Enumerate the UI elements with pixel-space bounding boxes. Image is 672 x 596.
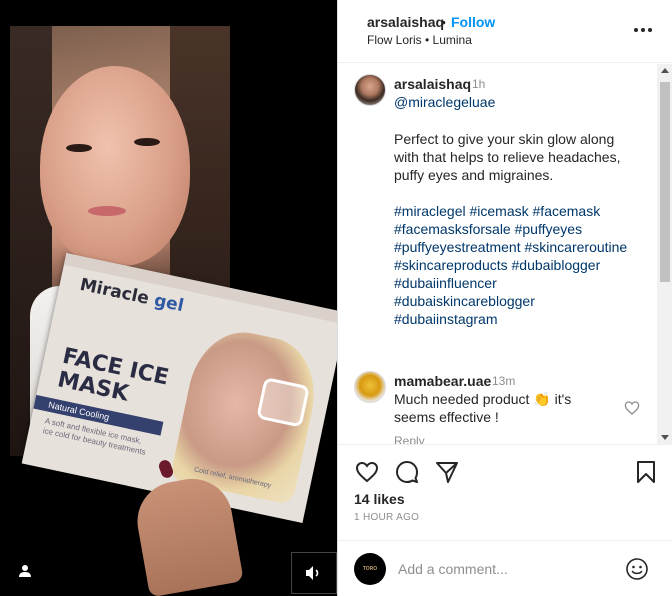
- post-timestamp[interactable]: 1 HOUR AGO: [354, 512, 419, 523]
- photo-lips: [88, 206, 126, 216]
- caption-time[interactable]: 1h: [472, 77, 485, 91]
- heart-icon: [355, 461, 379, 483]
- comments-scrollbar[interactable]: [657, 64, 672, 444]
- comment-text: Much needed product 👏 it's seems effecti…: [394, 391, 572, 425]
- hashtag-link[interactable]: #puffyeyestreatment: [394, 239, 524, 255]
- comment-input[interactable]: [398, 558, 618, 580]
- post-details-panel: arsalaishaq • Follow Flow Loris • Lumina…: [337, 0, 672, 596]
- current-user-avatar[interactable]: TORO: [354, 553, 386, 585]
- comments-list[interactable]: arsalaishaq 1h @miraclegeluae Perfect to…: [338, 64, 658, 444]
- sound-toggle-button[interactable]: [291, 552, 337, 594]
- more-dots-icon[interactable]: [628, 18, 658, 42]
- comment-composer: TORO: [338, 540, 672, 596]
- scroll-down-icon[interactable]: [661, 435, 669, 440]
- author-username[interactable]: arsalaishaq: [367, 14, 444, 30]
- post-actions-bar: [338, 444, 672, 496]
- scroll-up-icon[interactable]: [661, 68, 669, 73]
- product-brand-b: gel: [152, 290, 186, 317]
- caption-hashtags: #miraclegel #icemask #facemask #facemask…: [394, 202, 639, 328]
- user-tags-button[interactable]: [14, 560, 36, 582]
- header-separator: •: [441, 14, 446, 30]
- heart-icon[interactable]: [624, 400, 640, 416]
- hashtag-link[interactable]: #facemask: [533, 203, 601, 219]
- audio-attribution[interactable]: Flow Loris • Lumina: [367, 33, 472, 47]
- caption-text: Perfect to give your skin glow along wit…: [394, 131, 621, 183]
- comment-username[interactable]: mamabear.uae: [394, 373, 491, 389]
- post-header: arsalaishaq • Follow Flow Loris • Lumina: [338, 0, 672, 63]
- commenter-avatar[interactable]: [354, 371, 386, 403]
- bookmark-icon: [637, 461, 655, 483]
- avatar-text: TORO: [362, 566, 378, 572]
- author-avatar[interactable]: [354, 74, 386, 106]
- photo-eye-left: [66, 144, 92, 152]
- hashtag-link[interactable]: #icemask: [469, 203, 532, 219]
- post-media[interactable]: Miracle gel FACE ICE MASK Natural Coolin…: [0, 0, 337, 596]
- hashtag-link[interactable]: #dubaiblogger: [512, 257, 601, 273]
- caption-username[interactable]: arsalaishaq: [394, 76, 471, 92]
- comment-button[interactable]: [394, 459, 420, 485]
- smiley-icon[interactable]: [625, 557, 649, 581]
- hashtag-link[interactable]: #miraclegel: [394, 203, 469, 219]
- person-icon: [19, 565, 31, 577]
- reply-button[interactable]: Reply: [394, 434, 425, 444]
- like-count[interactable]: 14 likes: [354, 491, 405, 507]
- hashtag-link[interactable]: #dubaiinfluencer: [394, 275, 497, 291]
- hashtag-link[interactable]: #dubaiskincareblogger: [394, 293, 535, 309]
- comment-icon: [396, 461, 418, 483]
- caption-mention-link[interactable]: @miraclegeluae: [394, 94, 495, 110]
- speaker-icon: [306, 566, 319, 580]
- save-button[interactable]: [633, 459, 659, 485]
- follow-button[interactable]: Follow: [451, 14, 495, 30]
- hashtag-link[interactable]: #facemasksforsale: [394, 221, 515, 237]
- photo-eye-right: [134, 138, 160, 146]
- hashtag-link[interactable]: #dubaiinstagram: [394, 311, 498, 327]
- paper-plane-icon: [436, 462, 458, 483]
- hashtag-link[interactable]: #skincareroutine: [524, 239, 627, 255]
- scroll-thumb[interactable]: [660, 82, 670, 282]
- hashtag-link[interactable]: #puffyeyes: [515, 221, 582, 237]
- share-button[interactable]: [434, 459, 460, 485]
- like-button[interactable]: [354, 459, 380, 485]
- photo-face: [40, 66, 190, 266]
- comment-time[interactable]: 13m: [492, 374, 515, 388]
- hashtag-link[interactable]: #skincareproducts: [394, 257, 512, 273]
